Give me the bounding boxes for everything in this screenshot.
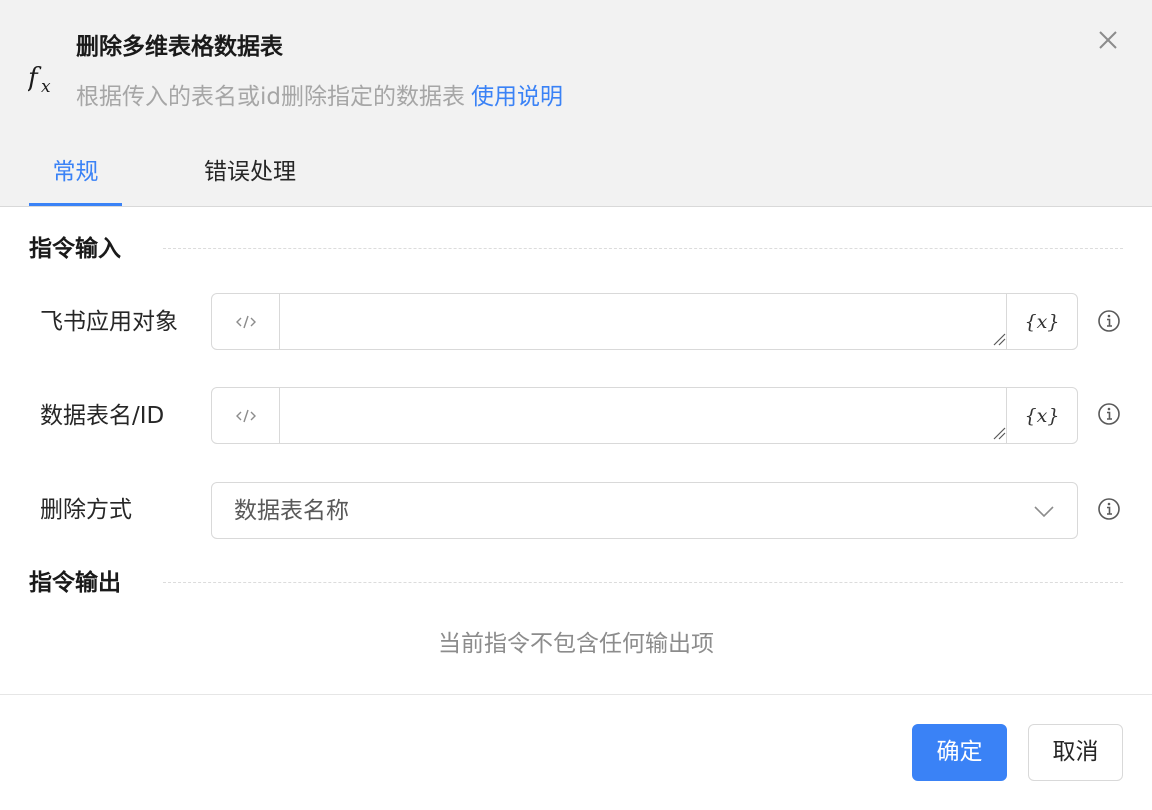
svg-text:f: f (28, 63, 42, 93)
delete-mode-value: 数据表名称 (234, 498, 349, 524)
feishu-app-object-label: 飞书应用对象 (40, 309, 178, 335)
variable-button[interactable]: {x} (1006, 388, 1077, 443)
footer-divider (0, 694, 1152, 695)
info-icon[interactable] (1097, 309, 1121, 333)
feishu-app-object-input[interactable] (280, 294, 1008, 349)
section-divider (163, 582, 1123, 583)
help-link[interactable]: 使用说明 (471, 84, 563, 110)
feishu-app-object-input-group: {x} (211, 293, 1078, 350)
empty-output-text: 当前指令不包含任何输出项 (438, 631, 714, 657)
table-name-id-input[interactable] (280, 388, 1008, 443)
resize-handle-icon[interactable] (992, 426, 1006, 440)
close-icon[interactable] (1094, 26, 1122, 54)
confirm-button[interactable]: 确定 (912, 724, 1007, 781)
resize-handle-icon[interactable] (992, 332, 1006, 346)
variable-button[interactable]: {x} (1006, 294, 1077, 349)
delete-mode-select[interactable]: 数据表名称 (211, 482, 1078, 539)
info-icon[interactable] (1097, 402, 1121, 426)
table-name-id-input-group: {x} (211, 387, 1078, 444)
dialog-header: f x 删除多维表格数据表 根据传入的表名或id删除指定的数据表 使用说明 常规 … (0, 0, 1152, 207)
output-section-title: 指令输出 (29, 570, 121, 596)
fx-icon: f x (28, 63, 51, 96)
svg-text:x: x (41, 77, 51, 96)
info-icon[interactable] (1097, 497, 1121, 521)
code-icon[interactable] (212, 294, 280, 349)
input-section-title: 指令输入 (29, 236, 121, 262)
delete-mode-label: 删除方式 (40, 497, 132, 523)
cancel-button[interactable]: 取消 (1028, 724, 1123, 781)
dialog-description: 根据传入的表名或id删除指定的数据表 使用说明 (76, 80, 563, 114)
table-name-id-label: 数据表名/ID (40, 403, 165, 429)
code-icon[interactable] (212, 388, 280, 443)
tab-general[interactable]: 常规 (29, 150, 122, 206)
description-text: 根据传入的表名或id删除指定的数据表 (76, 84, 465, 110)
dialog-title: 删除多维表格数据表 (76, 34, 283, 60)
section-divider (163, 248, 1123, 249)
chevron-down-icon (1034, 506, 1054, 518)
tab-error-handling[interactable]: 错误处理 (190, 150, 310, 206)
